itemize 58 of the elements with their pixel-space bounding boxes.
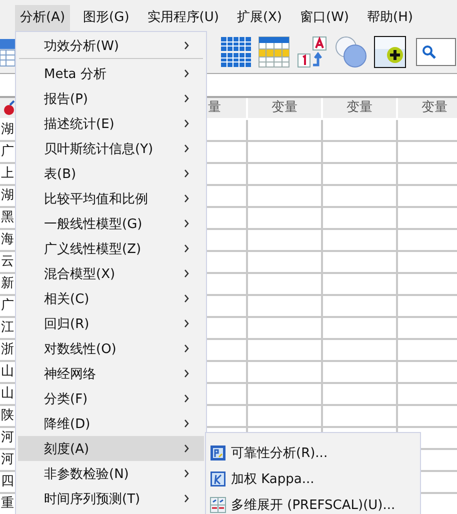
chevron-icon bbox=[184, 394, 190, 403]
menu-item[interactable]: 贝叶斯统计信息(Y) bbox=[18, 136, 204, 161]
chevron-icon bbox=[184, 169, 190, 178]
chevron-icon bbox=[184, 369, 190, 378]
menu-item[interactable]: 混合模型(X) bbox=[18, 261, 204, 286]
menu-item[interactable]: 广义线性模型(Z) bbox=[18, 236, 204, 261]
menu-item[interactable]: 实用程序(U) bbox=[142, 4, 224, 31]
menu-item[interactable]: 分类(F) bbox=[18, 386, 204, 411]
chevron-icon bbox=[184, 444, 190, 453]
menu-item[interactable]: 帮助(H) bbox=[362, 4, 418, 31]
table-icon[interactable] bbox=[258, 36, 290, 68]
menu-item[interactable]: 表(B) bbox=[18, 161, 204, 186]
chevron-icon bbox=[184, 294, 190, 303]
table-icon[interactable] bbox=[0, 36, 15, 67]
chevron-icon bbox=[184, 119, 190, 128]
chevron-icon bbox=[184, 144, 190, 153]
chevron-icon bbox=[184, 244, 190, 253]
chevron-icon bbox=[184, 419, 190, 428]
chevron-icon bbox=[184, 269, 190, 278]
column-header[interactable]: 变量 bbox=[398, 98, 457, 120]
chevron-icon bbox=[184, 494, 190, 503]
chevron-icon bbox=[184, 344, 190, 353]
chevron-icon bbox=[184, 319, 190, 328]
chevron-icon bbox=[184, 69, 190, 78]
variable-icon bbox=[3, 100, 15, 116]
menu-item[interactable]: 降维(D) bbox=[18, 411, 204, 436]
menu-item[interactable]: 分析(A) bbox=[15, 4, 70, 31]
menu-item[interactable]: 加权 Kappa... bbox=[206, 466, 420, 492]
menu-item[interactable]: 窗口(W) bbox=[295, 4, 354, 31]
chevron-icon bbox=[184, 41, 190, 50]
menu-item[interactable]: 回归(R) bbox=[18, 311, 204, 336]
chart-icon bbox=[210, 471, 226, 487]
add-icon[interactable] bbox=[374, 36, 406, 68]
circles-icon[interactable] bbox=[334, 34, 368, 69]
menu-item[interactable]: 图形(G) bbox=[78, 4, 134, 31]
menu-item[interactable]: 功效分析(W) bbox=[18, 33, 204, 58]
column-header[interactable]: 变量 bbox=[323, 98, 398, 120]
menu-item[interactable]: 扩展(X) bbox=[232, 4, 287, 31]
menu-item[interactable]: 多维展开 (PREFSCAL)(U)... bbox=[206, 492, 420, 514]
menu-item[interactable]: Meta 分析 bbox=[18, 61, 204, 86]
column-header[interactable]: 变量 bbox=[248, 98, 323, 120]
menu-item[interactable]: 非参数检验(N) bbox=[18, 461, 204, 486]
search-field[interactable] bbox=[416, 38, 456, 66]
search-icon bbox=[422, 44, 436, 59]
menu-item[interactable]: 对数线性(O) bbox=[18, 336, 204, 361]
menu-item[interactable]: 时间序列预测(T) bbox=[18, 486, 204, 511]
chevron-icon bbox=[184, 94, 190, 103]
menu-item[interactable]: 一般线性模型(G) bbox=[18, 211, 204, 236]
chevron-icon bbox=[184, 469, 190, 478]
menu-item[interactable]: 刻度(A) bbox=[18, 436, 204, 461]
chevron-icon bbox=[184, 194, 190, 203]
menu-item[interactable]: 可靠性分析(R)... bbox=[206, 440, 420, 466]
menu-item[interactable]: 比较平均值和比例 bbox=[18, 186, 204, 211]
swap-icon[interactable] bbox=[296, 34, 328, 69]
menu-item[interactable]: 神经网络 bbox=[18, 361, 204, 386]
chart-icon bbox=[210, 445, 226, 461]
chevron-icon bbox=[184, 219, 190, 228]
menu-item[interactable]: 相关(C) bbox=[18, 286, 204, 311]
